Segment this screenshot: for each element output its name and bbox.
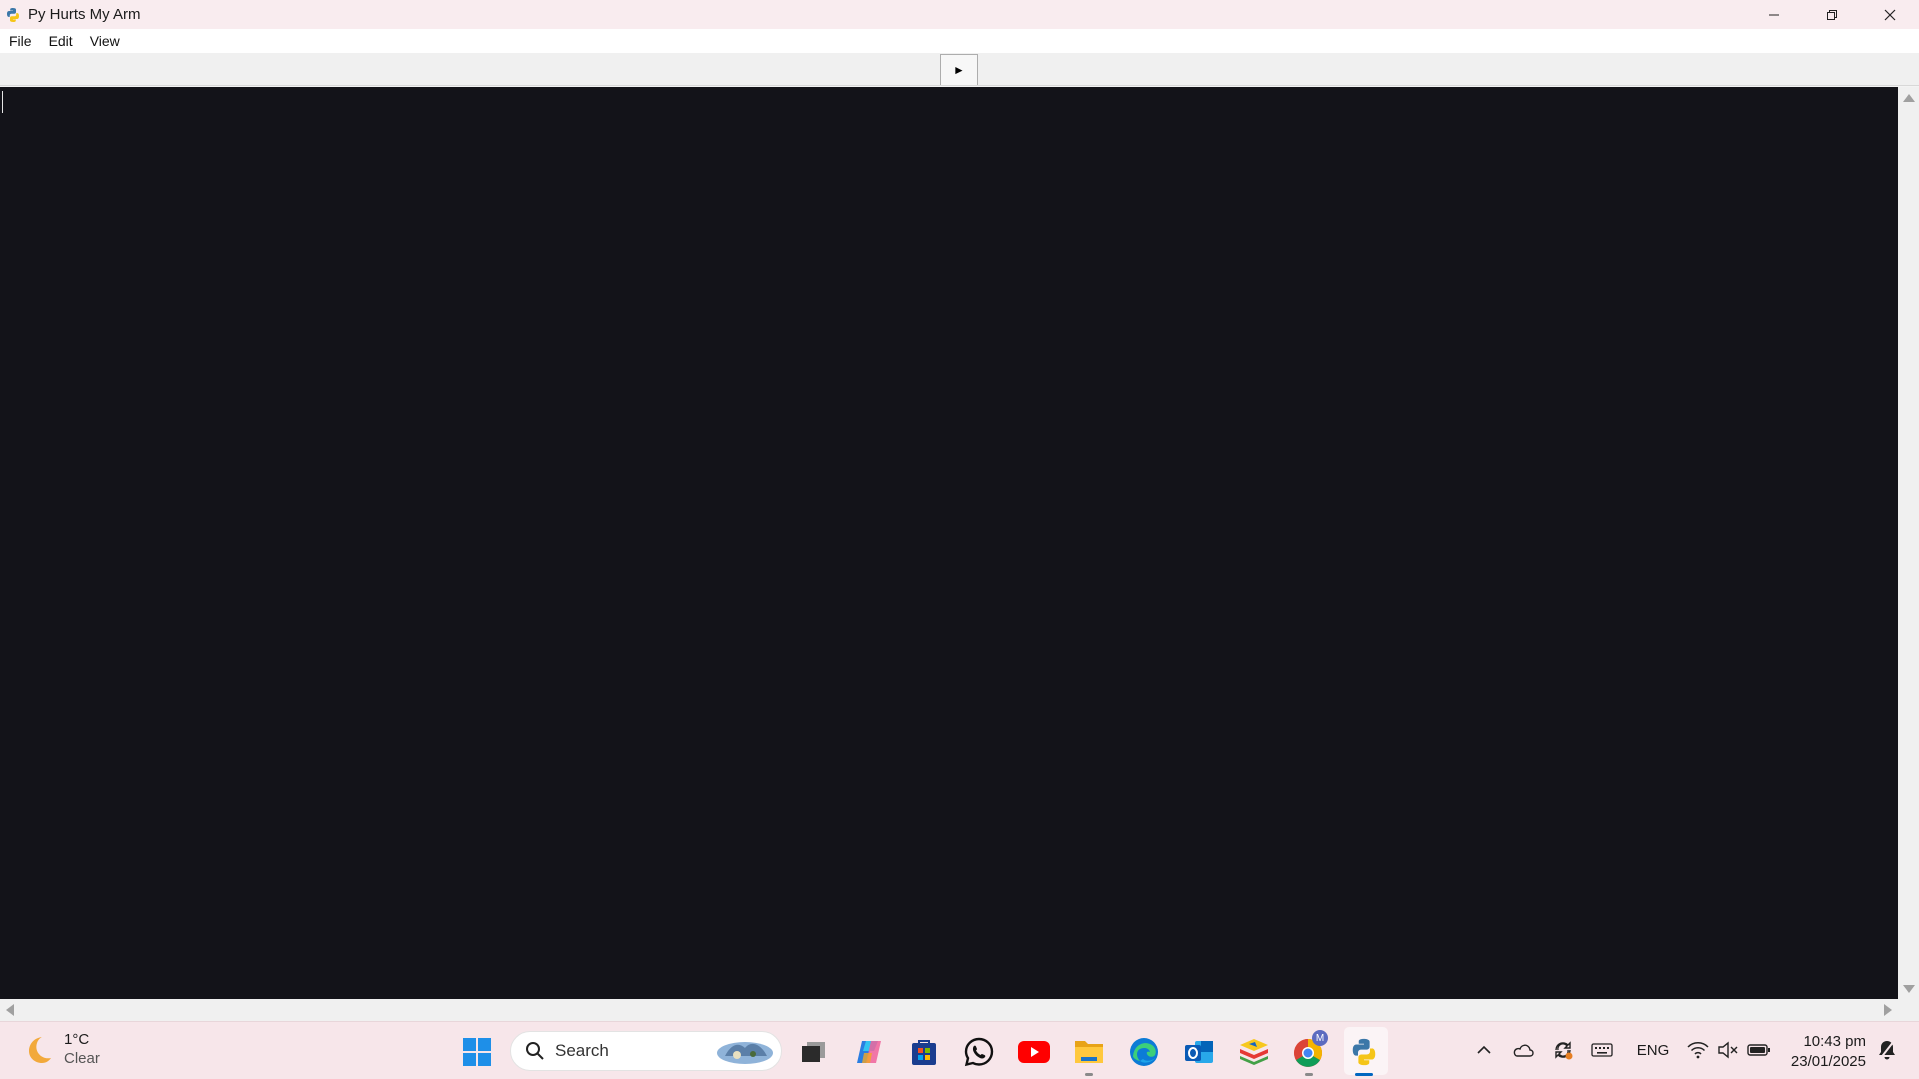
- microsoft-store-button[interactable]: [906, 1034, 942, 1070]
- wifi-tray-button[interactable]: [1686, 1038, 1710, 1062]
- notifications-button[interactable]: [1875, 1038, 1899, 1062]
- bluestacks-icon: [1240, 1039, 1268, 1065]
- python-active-indicator: [1355, 1073, 1373, 1076]
- python-app-icon: [4, 6, 22, 24]
- file-explorer-icon: [1075, 1041, 1103, 1063]
- close-icon: [1884, 9, 1896, 20]
- window-title: Py Hurts My Arm: [28, 6, 141, 23]
- onedrive-tray-button[interactable]: [1511, 1038, 1535, 1062]
- whatsapp-icon: [964, 1037, 994, 1067]
- keyboard-tray-button[interactable]: [1590, 1038, 1614, 1062]
- horizontal-scrollbar[interactable]: [0, 999, 1898, 1021]
- bluestacks-button[interactable]: [1236, 1034, 1272, 1070]
- taskbar-search[interactable]: Search: [510, 1031, 782, 1071]
- clock-date: 23/01/2025: [1790, 1053, 1866, 1070]
- edge-icon: [1130, 1038, 1158, 1066]
- taskbar: 1°C Clear Search M ENG 10:43 pm 23/01/20…: [0, 1021, 1919, 1079]
- python-icon: [1352, 1038, 1376, 1066]
- volume-tray-button[interactable]: [1716, 1038, 1740, 1062]
- scroll-up-icon[interactable]: [1903, 94, 1915, 102]
- vertical-scrollbar[interactable]: [1898, 87, 1919, 999]
- microsoft-store-icon: [912, 1040, 936, 1065]
- minimize-button[interactable]: [1745, 0, 1803, 29]
- windows-start-icon: [463, 1038, 491, 1066]
- scroll-left-icon[interactable]: [6, 1004, 14, 1016]
- copilot-button[interactable]: [851, 1034, 887, 1070]
- clock[interactable]: 10:43 pm 23/01/2025: [1780, 1032, 1866, 1072]
- chrome-profile-badge: M: [1312, 1030, 1328, 1046]
- battery-icon: [1747, 1044, 1770, 1056]
- show-hidden-icons-button[interactable]: [1474, 1038, 1494, 1062]
- python-button[interactable]: [1346, 1034, 1382, 1070]
- run-button[interactable]: ►: [940, 54, 978, 85]
- search-label: Search: [555, 1041, 609, 1060]
- onedrive-cloud-icon: [1513, 1044, 1534, 1057]
- menu-view[interactable]: View: [90, 31, 120, 51]
- weather-widget[interactable]: 1°C Clear: [22, 1031, 100, 1069]
- explorer-running-indicator: [1085, 1073, 1093, 1076]
- wifi-icon: [1687, 1042, 1709, 1059]
- close-button[interactable]: [1861, 0, 1919, 29]
- file-explorer-button[interactable]: [1071, 1034, 1107, 1070]
- minimize-icon: [1769, 14, 1779, 15]
- keyboard-icon: [1591, 1043, 1613, 1057]
- restore-icon: [1827, 9, 1837, 20]
- weather-temperature: 1°C: [64, 1031, 90, 1048]
- sync-icon: [1555, 1041, 1573, 1060]
- youtube-icon: [1018, 1041, 1050, 1063]
- outlook-icon: [1185, 1041, 1213, 1063]
- menu-bar: File Edit View: [0, 29, 1919, 53]
- play-icon: ►: [953, 63, 965, 77]
- search-highlight-icon: [717, 1042, 773, 1064]
- restore-button[interactable]: [1803, 0, 1861, 29]
- menu-file[interactable]: File: [9, 31, 32, 51]
- scroll-down-icon[interactable]: [1903, 985, 1915, 993]
- text-caret: [2, 91, 3, 113]
- language-indicator[interactable]: ENG: [1633, 1038, 1673, 1062]
- weather-condition: Clear: [64, 1050, 100, 1067]
- menu-edit[interactable]: Edit: [49, 31, 73, 51]
- scroll-right-icon[interactable]: [1884, 1004, 1892, 1016]
- title-bar: Py Hurts My Arm: [0, 0, 1919, 29]
- moon-icon: [29, 1037, 51, 1063]
- copilot-icon: [857, 1041, 881, 1063]
- start-button[interactable]: [459, 1034, 495, 1070]
- whatsapp-button[interactable]: [961, 1034, 997, 1070]
- task-view-button[interactable]: [795, 1034, 831, 1070]
- edge-button[interactable]: [1126, 1034, 1162, 1070]
- scrollbar-corner: [1898, 999, 1919, 1021]
- volume-muted-icon: [1718, 1041, 1738, 1059]
- outlook-button[interactable]: [1181, 1034, 1217, 1070]
- sync-tray-button[interactable]: [1551, 1038, 1575, 1062]
- code-editor[interactable]: [0, 87, 1898, 999]
- clock-time: 10:43 pm: [1803, 1033, 1866, 1050]
- notification-bell-icon: [1879, 1040, 1895, 1060]
- battery-tray-button[interactable]: [1746, 1038, 1772, 1062]
- chrome-running-indicator: [1305, 1073, 1313, 1076]
- search-icon: [526, 1042, 544, 1060]
- toolbar: ►: [0, 53, 1919, 86]
- youtube-button[interactable]: [1016, 1034, 1052, 1070]
- chevron-up-icon: [1477, 1045, 1491, 1054]
- task-view-icon: [802, 1042, 825, 1062]
